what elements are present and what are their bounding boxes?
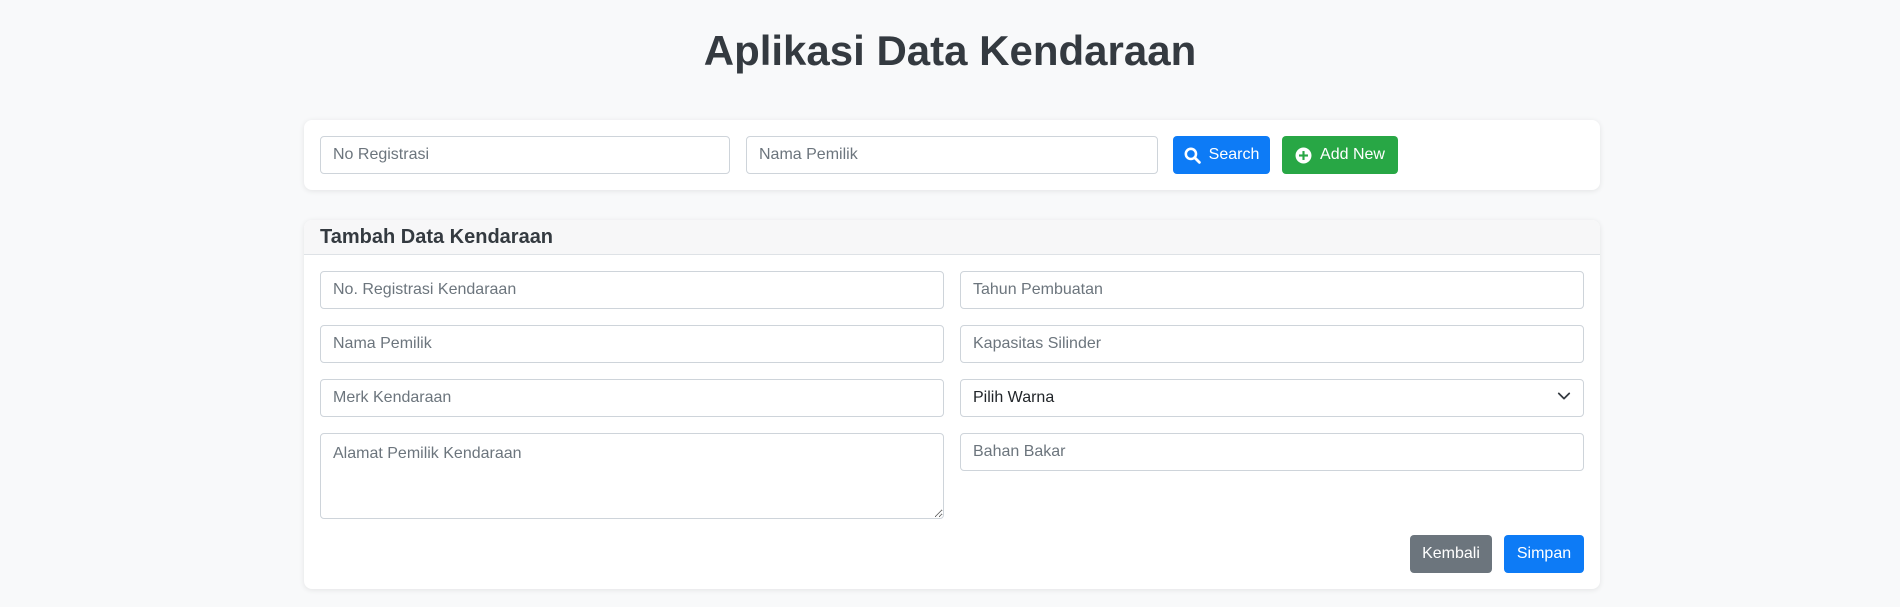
owner-address-textarea[interactable] <box>320 433 944 519</box>
back-button-label: Kembali <box>1422 545 1480 562</box>
color-select[interactable]: Pilih Warna <box>960 379 1584 417</box>
search-registration-input[interactable] <box>320 136 730 174</box>
search-button[interactable]: Search <box>1173 136 1270 174</box>
fuel-type-input[interactable] <box>960 433 1584 471</box>
manufacture-year-input[interactable] <box>960 271 1584 309</box>
save-button[interactable]: Simpan <box>1504 535 1584 573</box>
form-title: Tambah Data Kendaraan <box>320 225 554 248</box>
form-header: Tambah Data Kendaraan <box>304 220 1600 255</box>
search-button-label: Search <box>1208 146 1260 163</box>
cylinder-capacity-input[interactable] <box>960 325 1584 363</box>
add-new-button[interactable]: Add New <box>1282 136 1398 174</box>
vehicle-form-card: Tambah Data Kendaraan Pilih Warna Kembal… <box>304 220 1600 589</box>
vehicle-brand-input[interactable] <box>320 379 944 417</box>
color-select-value: Pilih Warna <box>973 389 1055 406</box>
back-button[interactable]: Kembali <box>1410 535 1492 573</box>
add-new-button-label: Add New <box>1320 146 1385 163</box>
save-button-label: Simpan <box>1516 545 1572 562</box>
registration-number-input[interactable] <box>320 271 944 309</box>
search-owner-input[interactable] <box>746 136 1158 174</box>
owner-name-input[interactable] <box>320 325 944 363</box>
page-title: Aplikasi Data Kendaraan <box>703 27 1197 74</box>
search-icon <box>1184 147 1201 164</box>
search-panel: Search Add New <box>304 120 1600 190</box>
plus-circle-icon <box>1295 147 1312 164</box>
chevron-down-icon <box>1557 389 1571 408</box>
